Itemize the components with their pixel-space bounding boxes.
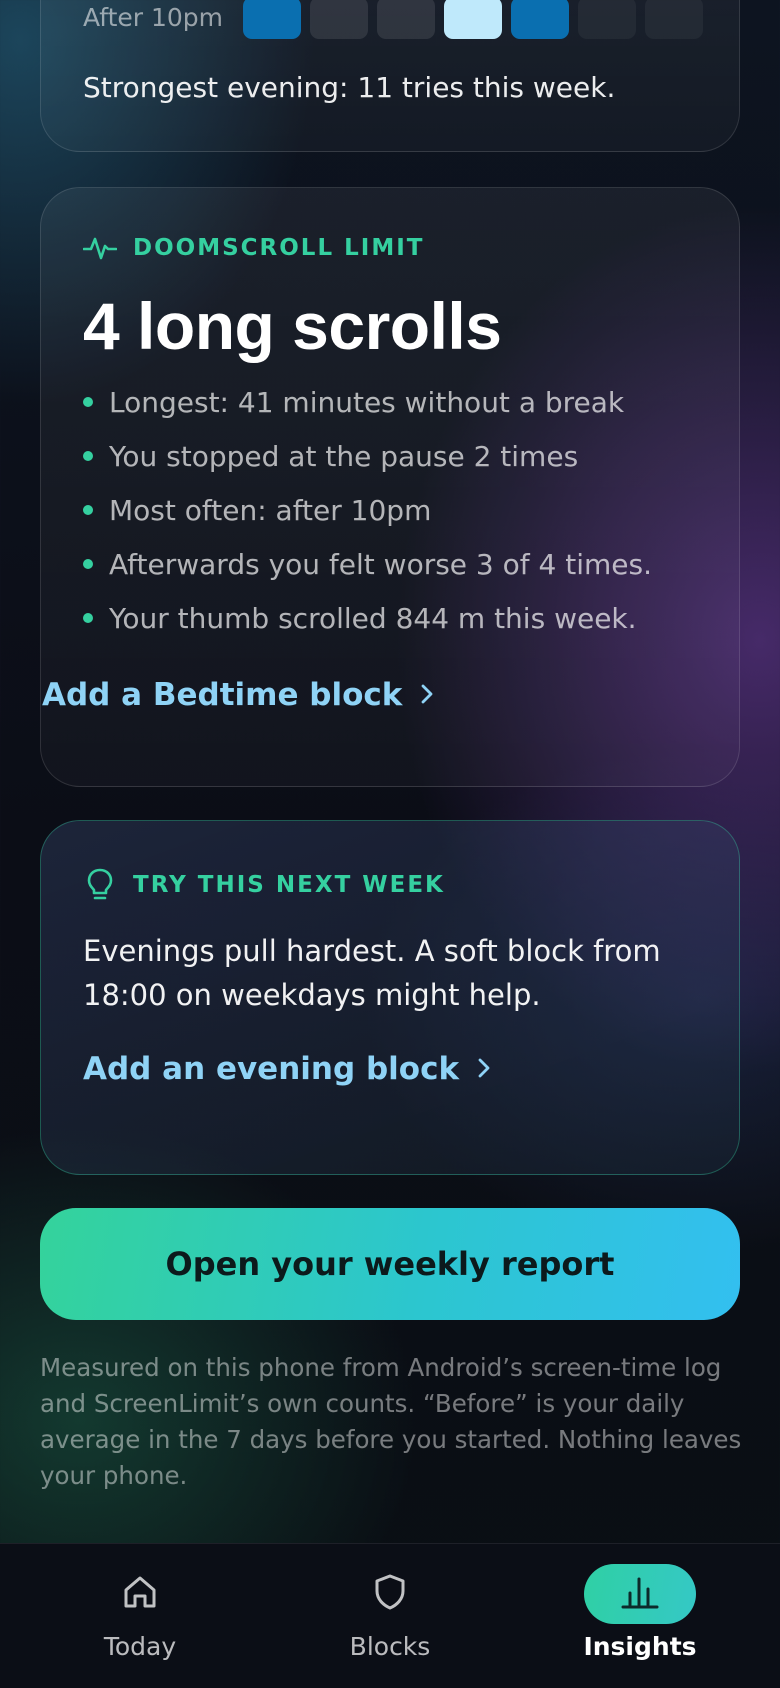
list-item: Most often: after 10pm [83, 483, 652, 537]
tab-insights[interactable]: Insights [510, 1544, 770, 1688]
shield-icon [369, 1571, 411, 1617]
heat-cell [511, 0, 569, 39]
bullet-dot [83, 505, 93, 515]
heat-cell [578, 0, 636, 39]
bullet-dot [83, 613, 93, 623]
try-next-week-label: TRY THIS NEXT WEEK [133, 872, 445, 898]
lightbulb-icon [83, 867, 117, 903]
list-item: Longest: 41 minutes without a break [83, 375, 652, 429]
tab-blocks[interactable]: Blocks [260, 1544, 520, 1688]
tab-icon-wrap [334, 1564, 446, 1624]
heat-cell [444, 0, 502, 39]
heat-cell [243, 0, 301, 39]
tab-label: Today [103, 1632, 177, 1661]
chevron-right-icon [420, 677, 434, 713]
doomscroll-eyebrow: DOOMSCROLL LIMIT [83, 234, 424, 262]
heat-cell [645, 0, 703, 39]
list-item: Afterwards you felt worse 3 of 4 times. [83, 537, 652, 591]
evening-activity-card: After 10pm Strongest evening: 11 tries t… [40, 0, 740, 152]
pulse-icon [83, 234, 117, 262]
list-item: You stopped at the pause 2 times [83, 429, 652, 483]
add-evening-block-link[interactable]: Add an evening block [83, 1051, 491, 1087]
long-scrolls-title: 4 long scrolls [83, 289, 502, 363]
tab-label: Insights [583, 1632, 697, 1661]
try-next-week-card: TRY THIS NEXT WEEK Evenings pull hardest… [40, 820, 740, 1175]
doomscroll-eyebrow-label: DOOMSCROLL LIMIT [133, 235, 425, 261]
heat-cell [310, 0, 368, 39]
tab-today[interactable]: Today [10, 1544, 270, 1688]
open-weekly-report-button[interactable]: Open your weekly report [40, 1208, 740, 1320]
home-icon [119, 1571, 161, 1617]
doomscroll-facts-list: Longest: 41 minutes without a break You … [83, 375, 652, 645]
add-bedtime-block-link[interactable]: Add a Bedtime block [42, 677, 434, 713]
heat-cell [377, 0, 435, 39]
bullet-dot [83, 559, 93, 569]
fact-text: You stopped at the pause 2 times [109, 439, 579, 473]
fact-text: Longest: 41 minutes without a break [109, 385, 625, 419]
fact-text: Most often: after 10pm [109, 493, 432, 527]
bullet-dot [83, 451, 93, 461]
fact-text: Afterwards you felt worse 3 of 4 times. [109, 547, 652, 581]
measurement-footnote: Measured on this phone from Android’s sc… [40, 1353, 742, 1490]
add-bedtime-block-label: Add a Bedtime block [42, 677, 403, 713]
tab-icon-wrap [84, 1564, 196, 1624]
add-evening-block-label: Add an evening block [83, 1051, 460, 1087]
tab-label: Blocks [349, 1632, 431, 1661]
fact-text: Your thumb scrolled 844 m this week. [109, 601, 637, 635]
bottom-tab-bar: Today Blocks Insights [0, 1543, 780, 1688]
bullet-dot [83, 397, 93, 407]
suggestion-text: Evenings pull hardest. A soft block from… [83, 934, 661, 1012]
list-item: Your thumb scrolled 844 m this week. [83, 591, 652, 645]
evening-heat-strip [243, 0, 703, 39]
bar-chart-icon [618, 1573, 662, 1615]
try-next-week-eyebrow: TRY THIS NEXT WEEK [83, 867, 445, 903]
tab-icon-wrap [584, 1564, 696, 1624]
strongest-evening-note: Strongest evening: 11 tries this week. [83, 71, 616, 104]
chevron-right-icon [477, 1051, 491, 1087]
row-label-after-10pm: After 10pm [83, 3, 224, 32]
